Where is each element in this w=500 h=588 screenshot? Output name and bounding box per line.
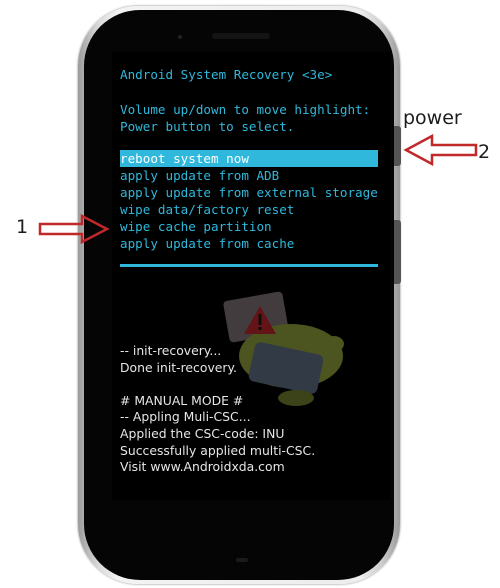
menu-item-wipe-data-factory-reset[interactable]: wipe data/factory reset xyxy=(120,201,378,218)
log-line: Visit www.Androidxda.com xyxy=(120,459,285,475)
recovery-log: -- init-recovery... Done init-recovery. # … xyxy=(120,343,315,476)
volume-rocker[interactable] xyxy=(394,220,401,284)
menu-item-wipe-cache-partition[interactable]: wipe cache partition xyxy=(120,218,378,235)
recovery-menu: reboot system now apply update from ADB … xyxy=(120,150,378,252)
microphone xyxy=(236,558,248,562)
log-line: -- init-recovery... xyxy=(120,343,222,358)
step-2-label: 2 xyxy=(478,141,491,163)
log-line: # MANUAL MODE # xyxy=(120,392,244,408)
front-sensor xyxy=(178,35,182,39)
power-label: power xyxy=(403,107,462,129)
log-line: Applied the CSC-code: INU xyxy=(120,425,285,441)
menu-item-apply-update-from-cache[interactable]: apply update from cache xyxy=(120,235,378,252)
instruction-line-2: Power button to select. xyxy=(120,119,295,134)
menu-item-apply-update-from-adb[interactable]: apply update from ADB xyxy=(120,167,378,184)
arrow-left-outline-icon xyxy=(403,134,478,166)
step-1-label: 1 xyxy=(16,216,29,238)
instruction-line-1: Volume up/down to move highlight: xyxy=(120,102,371,117)
log-line: Successfully applied multi-CSC. xyxy=(120,442,316,458)
log-line: -- Appling Muli-CSC... xyxy=(120,409,251,425)
recovery-title: Android System Recovery <3e> xyxy=(120,67,333,82)
menu-item-reboot-system-now[interactable]: reboot system now xyxy=(120,150,378,167)
power-button[interactable] xyxy=(394,126,401,166)
menu-divider xyxy=(120,264,378,267)
menu-item-apply-update-external-storage[interactable]: apply update from external storage xyxy=(120,184,378,201)
earpiece-speaker xyxy=(212,33,270,39)
log-line: Done init-recovery. xyxy=(120,359,237,375)
arrow-right-outline-icon xyxy=(38,214,110,244)
